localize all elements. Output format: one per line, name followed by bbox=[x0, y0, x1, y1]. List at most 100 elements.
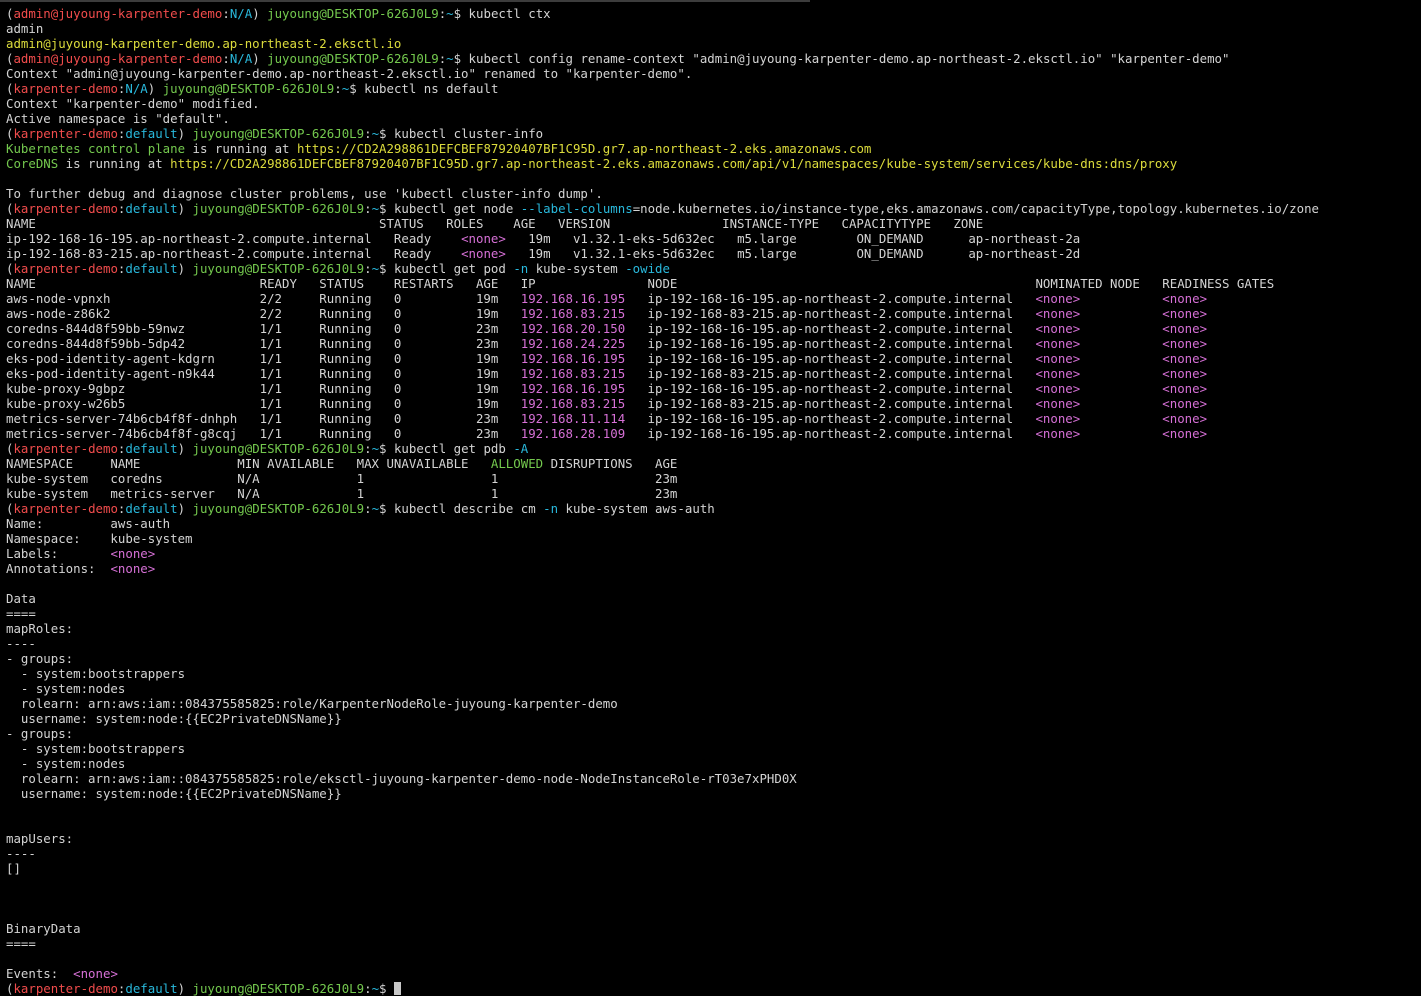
terminal-line: metrics-server-74b6cb4f8f-g8cqj 1/1 Runn… bbox=[6, 426, 1421, 441]
text-segment: ---- bbox=[6, 846, 36, 861]
text-segment: ip-192-168-16-195.ap-northeast-2.compute… bbox=[625, 426, 1036, 441]
terminal-line: Name: aws-auth bbox=[6, 516, 1421, 531]
text-segment: =node.kubernetes.io/instance-type,eks.am… bbox=[632, 201, 1319, 216]
text-segment: - groups: bbox=[6, 651, 74, 666]
terminal-line: Labels: <none> bbox=[6, 546, 1421, 561]
text-segment: : bbox=[364, 201, 372, 216]
text-segment: admin bbox=[6, 21, 44, 36]
text-segment: 192.168.83.215 bbox=[520, 366, 626, 381]
terminal-line: coredns-844d8f59bb-5dp42 1/1 Running 0 2… bbox=[6, 336, 1421, 351]
text-segment: ~ bbox=[371, 261, 380, 276]
text-segment: <none> bbox=[1035, 306, 1081, 321]
terminal-line: (karpenter-demo:default) juyoung@DESKTOP… bbox=[6, 981, 1421, 996]
text-segment: <none> bbox=[461, 246, 506, 261]
text-segment: metrics-server-74b6cb4f8f-dnhph 1/1 Runn… bbox=[6, 411, 521, 426]
text-segment: : bbox=[222, 6, 230, 21]
text-segment: $ bbox=[379, 981, 394, 996]
text-segment: juyoung@DESKTOP-626J0L9 bbox=[192, 441, 365, 456]
text-segment: juyoung@DESKTOP-626J0L9 bbox=[192, 126, 365, 141]
text-segment: juyoung@DESKTOP-626J0L9 bbox=[267, 51, 439, 66]
text-segment: ) bbox=[177, 501, 193, 516]
text-segment: NAME READY STATUS RESTARTS AGE IP NODE N… bbox=[6, 276, 1275, 291]
text-segment: <none> bbox=[461, 231, 506, 246]
text-segment: karpenter-demo bbox=[13, 981, 118, 996]
terminal-line: (karpenter-demo:default) juyoung@DESKTOP… bbox=[6, 201, 1421, 216]
text-segment: <none> bbox=[1162, 306, 1208, 321]
text-segment: $ kubectl cluster-info bbox=[379, 126, 544, 141]
text-segment: kube-system bbox=[528, 261, 626, 276]
text-segment: ~ bbox=[446, 6, 454, 21]
text-segment bbox=[1080, 381, 1162, 396]
text-segment: 192.168.83.215 bbox=[520, 306, 626, 321]
text-segment: BinaryData bbox=[6, 921, 81, 936]
terminal-line: mapUsers: bbox=[6, 831, 1421, 846]
text-segment: kube-proxy-9gbpz 1/1 Running 0 19m bbox=[6, 381, 521, 396]
text-segment: ip-192-168-16-195.ap-northeast-2.compute… bbox=[625, 351, 1036, 366]
text-segment: <none> bbox=[1162, 366, 1208, 381]
text-segment: ==== bbox=[6, 606, 36, 621]
terminal-line: - groups: bbox=[6, 651, 1421, 666]
text-segment: <none> bbox=[1035, 366, 1081, 381]
terminal-line: NAME STATUS ROLES AGE VERSION INSTANCE-T… bbox=[6, 216, 1421, 231]
terminal-line: Context "admin@juyoung-karpenter-demo.ap… bbox=[6, 66, 1421, 81]
text-segment: karpenter-demo bbox=[13, 126, 118, 141]
text-segment: ~ bbox=[371, 126, 380, 141]
text-segment: default bbox=[125, 981, 178, 996]
text-segment: ALLOWED bbox=[490, 456, 544, 471]
text-segment: ) bbox=[177, 126, 193, 141]
text-segment: karpenter-demo bbox=[13, 261, 118, 276]
text-segment: : bbox=[364, 441, 372, 456]
text-segment: ) bbox=[177, 981, 193, 996]
text-segment: <none> bbox=[1162, 381, 1208, 396]
text-segment: default bbox=[125, 441, 178, 456]
text-segment: <none> bbox=[1162, 321, 1208, 336]
text-segment: ---- bbox=[6, 636, 36, 651]
text-segment bbox=[1080, 291, 1162, 306]
text-segment: : bbox=[334, 81, 342, 96]
text-segment: karpenter-demo bbox=[13, 501, 118, 516]
text-segment: admin@juyoung-karpenter-demo.ap-northeas… bbox=[6, 36, 402, 51]
text-segment: ip-192-168-16-195.ap-northeast-2.compute… bbox=[625, 321, 1036, 336]
text-segment: default bbox=[125, 201, 178, 216]
text-segment: 19m v1.32.1-eks-5d632ec m5.large ON_DEMA… bbox=[505, 231, 1081, 246]
text-segment: ) bbox=[177, 201, 193, 216]
text-segment: To further debug and diagnose cluster pr… bbox=[6, 186, 603, 201]
terminal-line: ---- bbox=[6, 636, 1421, 651]
text-segment: admin@juyoung-karpenter-demo bbox=[13, 51, 223, 66]
text-segment: - groups: bbox=[6, 726, 74, 741]
text-segment: <none> bbox=[1035, 336, 1081, 351]
text-segment: [] bbox=[6, 861, 21, 876]
text-segment: coredns-844d8f59bb-5dp42 1/1 Running 0 2… bbox=[6, 336, 521, 351]
terminal-line: ==== bbox=[6, 606, 1421, 621]
text-segment: $ kubectl ns default bbox=[349, 81, 499, 96]
terminal-line: BinaryData bbox=[6, 921, 1421, 936]
text-segment: 192.168.83.215 bbox=[520, 396, 626, 411]
text-segment: juyoung@DESKTOP-626J0L9 bbox=[192, 261, 365, 276]
terminal-line: [] bbox=[6, 861, 1421, 876]
terminal-line: Context "karpenter-demo" modified. bbox=[6, 96, 1421, 111]
text-segment bbox=[1080, 306, 1162, 321]
terminal-line: Events: <none> bbox=[6, 966, 1421, 981]
text-segment: mapRoles: bbox=[6, 621, 74, 636]
terminal-line: (admin@juyoung-karpenter-demo:N/A) juyou… bbox=[6, 6, 1421, 21]
terminal-line: coredns-844d8f59bb-59nwz 1/1 Running 0 2… bbox=[6, 321, 1421, 336]
terminal-output[interactable]: (admin@juyoung-karpenter-demo:N/A) juyou… bbox=[6, 6, 1421, 996]
text-segment: aws-node-z86k2 2/2 Running 0 19m bbox=[6, 306, 521, 321]
text-segment: Context "admin@juyoung-karpenter-demo.ap… bbox=[6, 66, 693, 81]
terminal-line: - system:nodes bbox=[6, 756, 1421, 771]
text-segment bbox=[1080, 411, 1162, 426]
text-segment: 192.168.28.109 bbox=[520, 426, 626, 441]
terminal-line: kube-system coredns N/A 1 1 23m bbox=[6, 471, 1421, 486]
text-segment: $ kubectl ctx bbox=[453, 6, 551, 21]
text-segment: Annotations: bbox=[6, 561, 111, 576]
text-segment: <none> bbox=[1162, 411, 1208, 426]
terminal-line: username: system:node:{{EC2PrivateDNSNam… bbox=[6, 711, 1421, 726]
text-segment: N/A bbox=[229, 6, 253, 21]
text-segment: ) bbox=[252, 51, 268, 66]
text-segment: <none> bbox=[110, 546, 156, 561]
text-segment: <none> bbox=[1035, 321, 1081, 336]
text-segment: Kubernetes control plane bbox=[6, 141, 186, 156]
text-segment: -A bbox=[513, 441, 529, 456]
